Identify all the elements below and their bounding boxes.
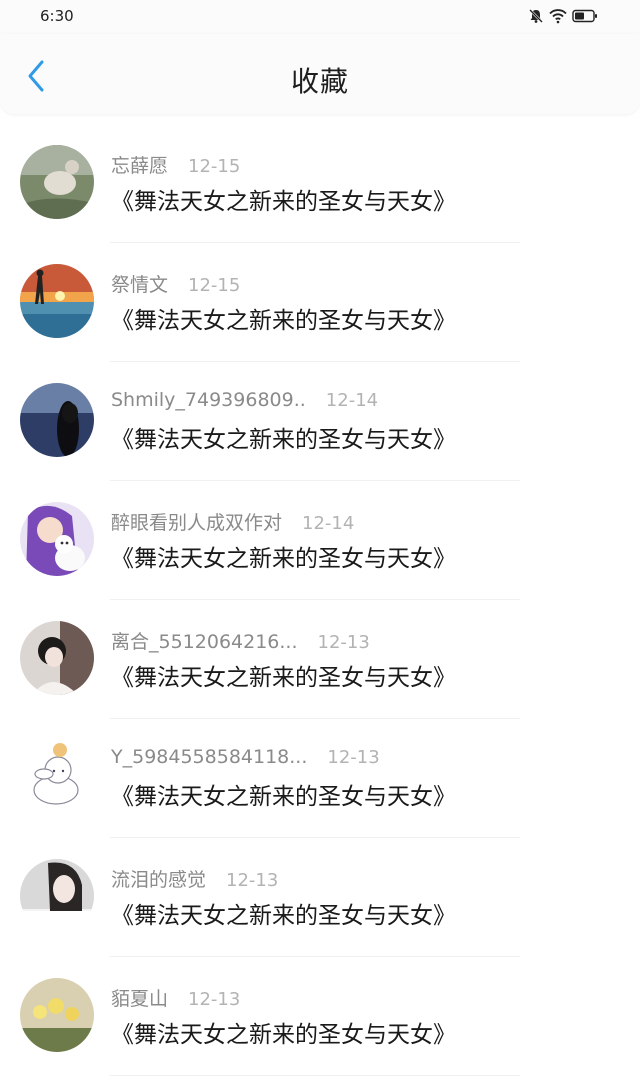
user-name[interactable]: 流泪的感觉 (111, 865, 206, 892)
avatar[interactable] (20, 859, 94, 933)
item-date: 12-14 (302, 513, 355, 534)
item-meta: 流泪的感觉 12-13 (111, 865, 278, 892)
mute-bell-icon (529, 9, 543, 23)
user-name[interactable]: Shmily_749396809.. (111, 389, 306, 411)
item-meta: 醉眼看别人成双作对 12-14 (111, 508, 354, 535)
book-title[interactable]: 《舞法天女之新来的圣女与天女》 (111, 301, 456, 335)
user-name[interactable]: 醉眼看别人成双作对 (111, 508, 282, 535)
avatar[interactable] (20, 621, 94, 695)
item-date: 12-15 (188, 275, 241, 296)
user-name[interactable]: 貊夏山 (111, 984, 168, 1011)
item-meta: 忘薛愿 12-15 (111, 151, 240, 178)
list-item[interactable]: 祭情文 12-15 《舞法天女之新来的圣女与天女》 (0, 243, 640, 362)
list-item[interactable]: Y_5984558584118... 12-13 《舞法天女之新来的圣女与天女》 (0, 719, 640, 838)
item-date: 12-13 (188, 989, 241, 1010)
favorites-list: 忘薛愿 12-15 《舞法天女之新来的圣女与天女》 祭情文 12-15 《舞法天… (0, 124, 640, 1076)
item-date: 12-15 (188, 156, 241, 177)
status-time: 6:30 (40, 7, 74, 25)
user-name[interactable]: 祭情文 (111, 270, 168, 297)
list-item[interactable]: 流泪的感觉 12-13 《舞法天女之新来的圣女与天女》 (0, 838, 640, 957)
list-item[interactable]: 醉眼看别人成双作对 12-14 《舞法天女之新来的圣女与天女》 (0, 481, 640, 600)
avatar[interactable] (20, 145, 94, 219)
item-meta: 离合_5512064216... 12-13 (111, 627, 370, 654)
item-meta: Y_5984558584118... 12-13 (111, 746, 380, 768)
list-item[interactable]: 离合_5512064216... 12-13 《舞法天女之新来的圣女与天女》 (0, 600, 640, 719)
avatar[interactable] (20, 978, 94, 1052)
item-meta: Shmily_749396809.. 12-14 (111, 389, 378, 411)
avatar[interactable] (20, 264, 94, 338)
book-title[interactable]: 《舞法天女之新来的圣女与天女》 (111, 1015, 456, 1049)
user-name[interactable]: Y_5984558584118... (111, 746, 307, 768)
book-title[interactable]: 《舞法天女之新来的圣女与天女》 (111, 420, 456, 454)
book-title[interactable]: 《舞法天女之新来的圣女与天女》 (111, 777, 456, 811)
avatar[interactable] (20, 383, 94, 457)
avatar[interactable] (20, 502, 94, 576)
item-meta: 貊夏山 12-13 (111, 984, 240, 1011)
list-item[interactable]: Shmily_749396809.. 12-14 《舞法天女之新来的圣女与天女》 (0, 362, 640, 481)
user-name[interactable]: 离合_5512064216... (111, 627, 298, 654)
item-date: 12-14 (325, 390, 379, 411)
wifi-icon (549, 9, 567, 24)
book-title[interactable]: 《舞法天女之新来的圣女与天女》 (111, 539, 456, 573)
user-name[interactable]: 忘薛愿 (111, 151, 168, 178)
item-meta: 祭情文 12-15 (111, 270, 240, 297)
book-title[interactable]: 《舞法天女之新来的圣女与天女》 (111, 658, 456, 692)
list-item[interactable]: 忘薛愿 12-15 《舞法天女之新来的圣女与天女》 (0, 124, 640, 243)
app-header: 收藏 (0, 34, 640, 114)
book-title[interactable]: 《舞法天女之新来的圣女与天女》 (111, 182, 456, 216)
list-item[interactable]: 貊夏山 12-13 《舞法天女之新来的圣女与天女》 (0, 957, 640, 1076)
status-bar: 6:30 (0, 0, 640, 34)
page-title: 收藏 (290, 65, 349, 98)
status-icons (528, 8, 598, 24)
item-date: 12-13 (226, 870, 279, 891)
item-date: 12-13 (317, 632, 370, 653)
avatar[interactable] (20, 740, 94, 814)
book-title[interactable]: 《舞法天女之新来的圣女与天女》 (111, 896, 456, 930)
item-date: 12-13 (327, 747, 380, 768)
battery-icon (572, 9, 597, 23)
